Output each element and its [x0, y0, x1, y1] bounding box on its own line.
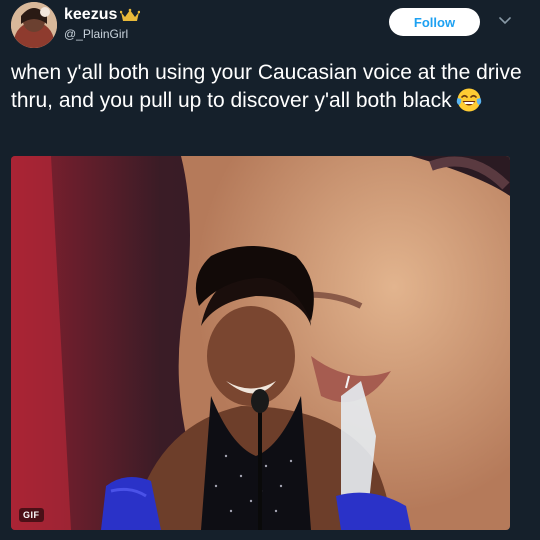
gif-frame [11, 156, 510, 530]
face-with-tears-of-joy-icon [456, 88, 481, 112]
chevron-down-icon[interactable] [498, 15, 512, 25]
tweet-text: when y'all both using your Caucasian voi… [11, 59, 531, 115]
crown-icon [120, 8, 141, 21]
follow-button[interactable]: Follow [389, 8, 480, 36]
tweet-card: keezus @_PlainGirl Follow when y'all bot… [0, 0, 540, 540]
tweet-gif[interactable]: GIF [11, 156, 510, 530]
author-display-name[interactable]: keezus [64, 6, 141, 24]
tweet-body: when y'all both using your Caucasian voi… [11, 61, 522, 112]
gif-badge: GIF [19, 508, 44, 522]
author-handle[interactable]: @_PlainGirl [64, 27, 128, 41]
avatar[interactable] [11, 2, 57, 48]
avatar-image [11, 2, 57, 48]
display-name-text: keezus [64, 6, 118, 23]
